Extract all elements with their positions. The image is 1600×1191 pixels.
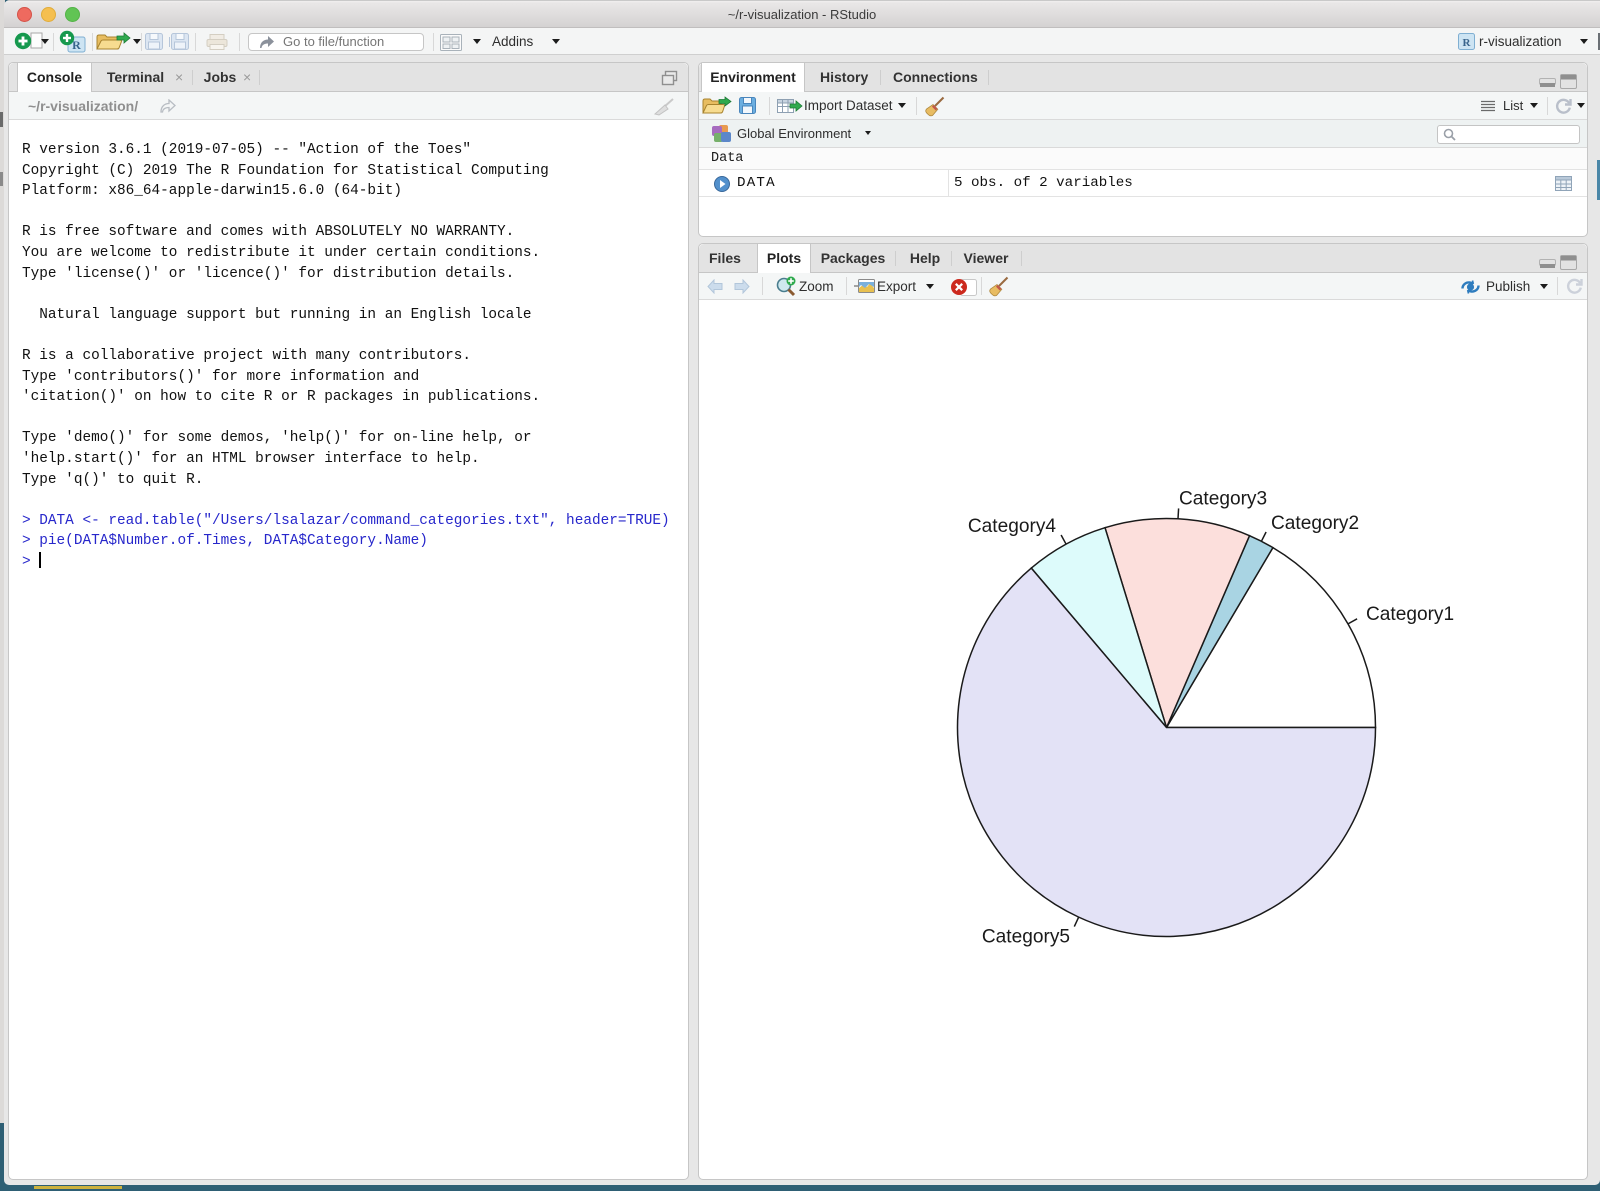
svg-text:Category2: Category2 [1271, 513, 1359, 534]
svg-text:Category4: Category4 [968, 516, 1056, 537]
svg-text:R: R [1463, 37, 1472, 49]
svg-text:Category3: Category3 [1179, 488, 1267, 509]
svg-text:Category1: Category1 [1366, 604, 1454, 625]
svg-text:Category5: Category5 [982, 927, 1070, 948]
